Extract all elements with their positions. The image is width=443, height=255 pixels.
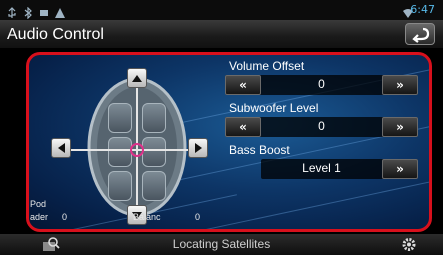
clock: 6:47: [410, 3, 435, 16]
volume-offset-value: 0: [318, 77, 325, 91]
arrow-right-icon: [194, 143, 202, 153]
subwoofer-level-value: 0: [318, 119, 325, 133]
back-arrow-icon: [406, 27, 434, 48]
balance-value: 0: [195, 212, 201, 222]
arrow-left-icon: [57, 143, 65, 153]
warning-icon: [54, 4, 66, 18]
bass-boost-control: Level 1 »: [261, 159, 418, 179]
subwoofer-level-control: « 0 »: [225, 117, 418, 137]
subwoofer-level-label: Subwoofer Level: [229, 101, 319, 115]
volume-offset-control: « 0 »: [225, 75, 418, 95]
back-button[interactable]: [405, 23, 435, 45]
status-text: Locating Satellites: [172, 237, 271, 251]
usb-icon: [6, 4, 18, 18]
fader-front-button[interactable]: [127, 68, 147, 88]
audio-control-screen: 6:47 Audio Control Pod ader 0 Balanc 0 V…: [0, 0, 443, 255]
bass-boost-next-button[interactable]: »: [382, 159, 418, 179]
listening-position-area[interactable]: [50, 67, 208, 227]
arrow-up-icon: [132, 74, 142, 82]
bass-boost-label: Bass Boost: [229, 143, 290, 157]
status-bar: 6:47: [0, 0, 443, 20]
page-title: Audio Control: [7, 26, 104, 43]
fader-value: 0: [62, 212, 68, 222]
volume-offset-increase-button[interactable]: »: [382, 75, 418, 95]
pod-label: Pod: [30, 199, 47, 209]
bottom-bar: Locating Satellites: [0, 234, 443, 255]
volume-offset-label: Volume Offset: [229, 59, 305, 73]
bass-boost-value: Level 1: [302, 161, 341, 175]
message-icon: [38, 4, 50, 16]
balance-left-button[interactable]: [51, 138, 71, 158]
bluetooth-icon: [22, 4, 34, 20]
gear-icon[interactable]: [400, 236, 418, 253]
balance-label: Balanc: [133, 212, 161, 222]
title-bar: Audio Control: [0, 20, 443, 48]
fader-label: ader: [30, 212, 49, 222]
subwoofer-level-decrease-button[interactable]: «: [225, 117, 261, 137]
volume-offset-decrease-button[interactable]: «: [225, 75, 261, 95]
subwoofer-level-increase-button[interactable]: »: [382, 117, 418, 137]
balance-right-button[interactable]: [188, 138, 208, 158]
position-line-horizontal: [52, 149, 202, 151]
position-target-icon[interactable]: [130, 143, 144, 157]
audio-panel: Pod ader 0 Balanc 0 Volume Offset « 0 » …: [26, 52, 432, 232]
